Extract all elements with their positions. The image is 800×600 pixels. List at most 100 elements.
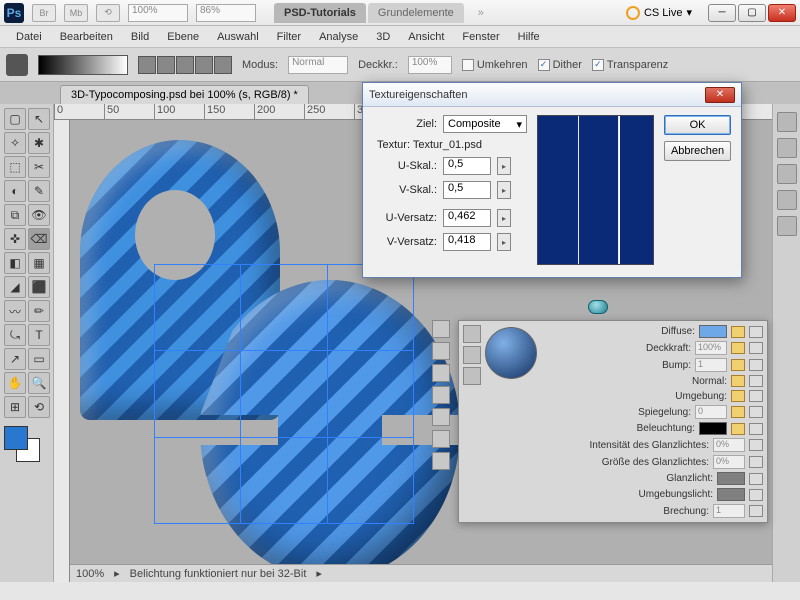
mat-tool-4[interactable] <box>432 386 450 404</box>
delete-icon[interactable] <box>749 473 763 485</box>
tool-7[interactable]: ✎ <box>28 180 50 202</box>
delete-icon[interactable] <box>749 423 763 435</box>
material-value[interactable]: 0 <box>695 405 727 419</box>
tool-preset-icon[interactable] <box>6 54 28 76</box>
tool-24[interactable]: ⊞ <box>4 396 26 418</box>
tool-23[interactable]: 🔍 <box>28 372 50 394</box>
panel-icon-2[interactable] <box>777 138 797 158</box>
material-swatch[interactable] <box>699 325 727 338</box>
menu-ebene[interactable]: Ebene <box>159 28 207 46</box>
material-value[interactable]: 0% <box>713 455 745 469</box>
tool-5[interactable]: ✂ <box>28 156 50 178</box>
tool-10[interactable]: ✜ <box>4 228 26 250</box>
menu-3d[interactable]: 3D <box>368 28 398 46</box>
mat-tool-6[interactable] <box>432 430 450 448</box>
tool-11[interactable]: ⌫ <box>28 228 50 250</box>
menu-fenster[interactable]: Fenster <box>454 28 507 46</box>
vskal-spinner[interactable]: ▸ <box>497 181 511 199</box>
delete-icon[interactable] <box>749 456 763 468</box>
tool-14[interactable]: ◢ <box>4 276 26 298</box>
mat-preset-2[interactable] <box>463 346 481 364</box>
workspace-tab-grundelemente[interactable]: Grundelemente <box>368 3 464 23</box>
delete-icon[interactable] <box>749 406 763 418</box>
vversatz-input[interactable]: 0,418 <box>443 233 491 251</box>
workspace-overflow-icon[interactable]: » <box>478 7 484 19</box>
menu-filter[interactable]: Filter <box>269 28 309 46</box>
material-value[interactable]: 1 <box>713 504 745 518</box>
modus-select[interactable]: Normal <box>288 56 348 74</box>
panel-icon-3[interactable] <box>777 164 797 184</box>
panel-icon-4[interactable] <box>777 190 797 210</box>
delete-icon[interactable] <box>749 439 763 451</box>
mat-tool-7[interactable] <box>432 452 450 470</box>
dialog-close-button[interactable]: ✕ <box>705 87 735 103</box>
material-swatch[interactable] <box>717 472 745 485</box>
tool-17[interactable]: ✏ <box>28 300 50 322</box>
tool-18[interactable]: ⤿ <box>4 324 26 346</box>
folder-icon[interactable] <box>731 375 745 387</box>
delete-icon[interactable] <box>749 342 763 354</box>
vversatz-spinner[interactable]: ▸ <box>497 233 511 251</box>
folder-icon[interactable] <box>731 359 745 371</box>
material-value[interactable]: 1 <box>695 358 727 372</box>
dialog-titlebar[interactable]: Textureigenschaften ✕ <box>363 83 741 107</box>
dither-checkbox[interactable]: ✓Dither <box>538 59 582 71</box>
umkehren-checkbox[interactable]: Umkehren <box>462 59 528 71</box>
menu-bild[interactable]: Bild <box>123 28 157 46</box>
tool-19[interactable]: T <box>28 324 50 346</box>
gradient-linear-icon[interactable] <box>138 56 156 74</box>
mat-tool-1[interactable] <box>432 320 450 338</box>
tool-4[interactable]: ⬚ <box>4 156 26 178</box>
workspace-tab-psdtutorials[interactable]: PSD-Tutorials <box>274 3 366 23</box>
menu-analyse[interactable]: Analyse <box>311 28 366 46</box>
axis-widget-icon[interactable] <box>588 300 608 314</box>
tool-8[interactable]: ⧉ <box>4 204 26 226</box>
minimize-button[interactable]: ─ <box>708 4 736 22</box>
delete-icon[interactable] <box>749 505 763 517</box>
tool-20[interactable]: ↗ <box>4 348 26 370</box>
uskal-input[interactable]: 0,5 <box>443 157 491 175</box>
tool-9[interactable]: 👁 <box>28 204 50 226</box>
bridge-button[interactable]: Br <box>32 4 56 22</box>
tool-1[interactable]: ↖ <box>28 108 50 130</box>
vskal-input[interactable]: 0,5 <box>443 181 491 199</box>
delete-icon[interactable] <box>749 375 763 387</box>
cslive-button[interactable]: CS Live ▾ <box>626 6 692 20</box>
gradient-preview[interactable] <box>38 55 128 75</box>
menu-ansicht[interactable]: Ansicht <box>400 28 452 46</box>
foreground-color[interactable] <box>4 426 28 450</box>
tool-2[interactable]: ✧ <box>4 132 26 154</box>
panel-icon-5[interactable] <box>777 216 797 236</box>
tool-6[interactable]: ◐ <box>4 180 26 202</box>
gradient-radial-icon[interactable] <box>157 56 175 74</box>
mat-tool-2[interactable] <box>432 342 450 360</box>
delete-icon[interactable] <box>749 390 763 402</box>
mat-tool-5[interactable] <box>432 408 450 426</box>
panel-icon-1[interactable] <box>777 112 797 132</box>
mat-preset-1[interactable] <box>463 325 481 343</box>
mat-preset-3[interactable] <box>463 367 481 385</box>
tool-15[interactable]: ⬛ <box>28 276 50 298</box>
deckkraft-select[interactable]: 100% <box>408 56 452 74</box>
material-swatch[interactable] <box>717 488 745 501</box>
color-swatches[interactable] <box>4 426 40 462</box>
uskal-spinner[interactable]: ▸ <box>497 157 511 175</box>
menu-auswahl[interactable]: Auswahl <box>209 28 267 46</box>
tool-3[interactable]: ✱ <box>28 132 50 154</box>
folder-icon[interactable] <box>731 342 745 354</box>
tool-21[interactable]: ▭ <box>28 348 50 370</box>
zoom-select-1[interactable]: 100% <box>128 4 188 22</box>
menu-datei[interactable]: Datei <box>8 28 50 46</box>
transparenz-checkbox[interactable]: ✓Transparenz <box>592 59 668 71</box>
material-value[interactable]: 0% <box>713 438 745 452</box>
cancel-button[interactable]: Abbrechen <box>664 141 731 161</box>
document-tab[interactable]: 3D-Typocomposing.psd bei 100% (s, RGB/8)… <box>60 85 309 104</box>
ziel-select[interactable]: Composite▾ <box>443 115 527 133</box>
view-rotate-icon[interactable]: ⟲ <box>96 4 120 22</box>
delete-icon[interactable] <box>749 489 763 501</box>
menu-bearbeiten[interactable]: Bearbeiten <box>52 28 121 46</box>
folder-icon[interactable] <box>731 390 745 402</box>
material-swatch[interactable] <box>699 422 727 435</box>
folder-icon[interactable] <box>731 423 745 435</box>
delete-icon[interactable] <box>749 359 763 371</box>
